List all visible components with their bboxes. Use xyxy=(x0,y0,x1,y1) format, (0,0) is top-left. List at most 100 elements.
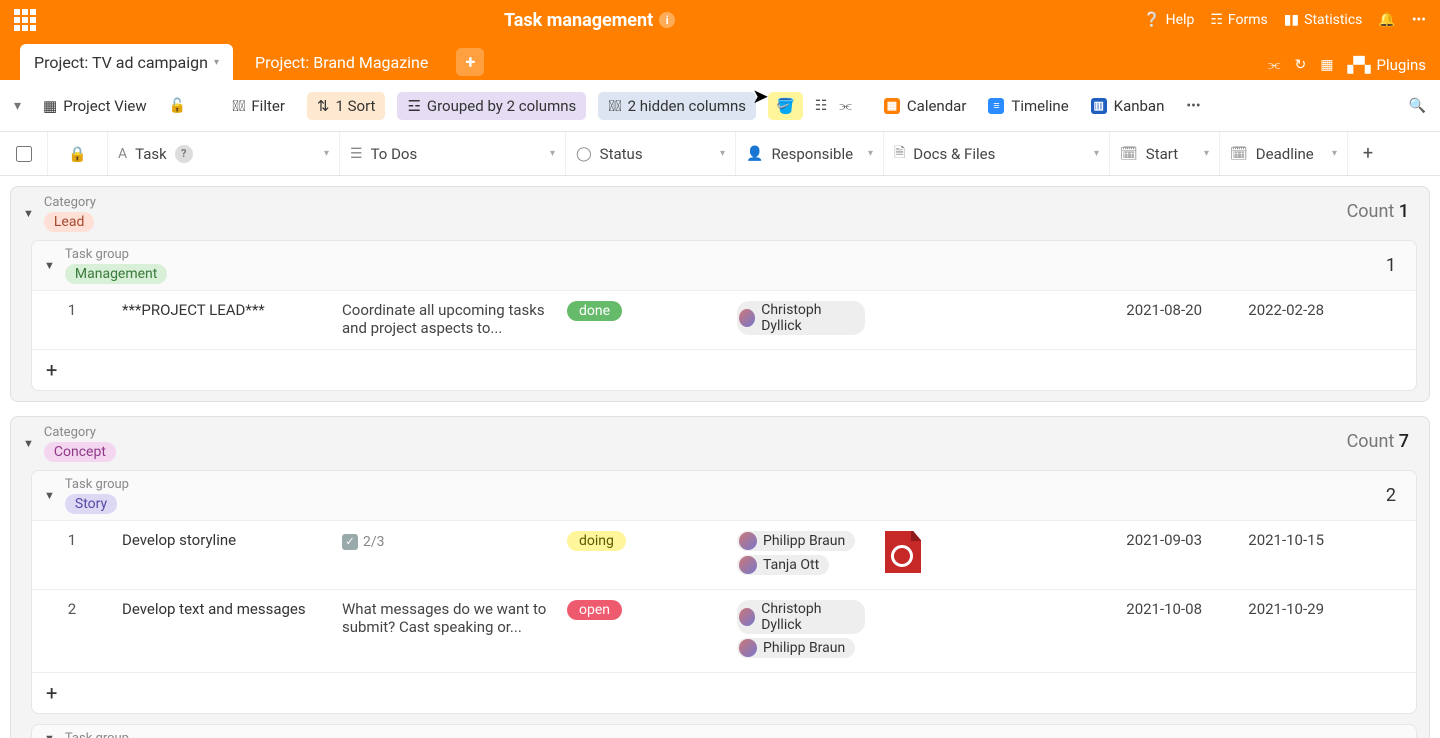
person-chip[interactable]: Philipp Braun xyxy=(737,531,855,551)
grid-icon: ▦ xyxy=(43,97,57,115)
more-menu-icon[interactable]: ••• xyxy=(1412,12,1426,28)
deadline-cell[interactable]: 2022-02-28 xyxy=(1212,291,1334,349)
collapse-icon[interactable]: ▼ xyxy=(23,437,34,450)
group-header[interactable]: ▼ Category Concept Count 7 xyxy=(11,417,1429,470)
pdf-file-icon[interactable] xyxy=(885,531,921,573)
table-row[interactable]: 1 ***PROJECT LEAD*** Coordinate all upco… xyxy=(32,291,1416,350)
status-cell[interactable]: done xyxy=(557,291,727,349)
history-icon[interactable]: ↻ xyxy=(1294,57,1306,73)
kanban-view[interactable]: ▥Kanban xyxy=(1091,97,1165,115)
responsible-cell[interactable]: Philipp Braun Tanja Ott xyxy=(727,521,875,589)
select-all-checkbox[interactable] xyxy=(16,146,32,162)
col-deadline[interactable]: 🗓Deadline▾ xyxy=(1220,132,1348,175)
chevron-down-icon[interactable]: ▾ xyxy=(720,148,725,159)
chevron-down-icon[interactable]: ▾ xyxy=(1332,148,1337,159)
view-toolbar: ▾ ▦Project View 🔓 ☰⃕Filter ⇅1 Sort ☲Grou… xyxy=(0,80,1440,132)
subgroup-header[interactable]: ▼ Task group Management 1 xyxy=(32,241,1416,291)
statistics-link[interactable]: ▮▮Statistics xyxy=(1284,12,1363,28)
docs-cell[interactable] xyxy=(875,590,1100,672)
chevron-down-icon[interactable]: ▾ xyxy=(1094,148,1099,159)
highlight-button[interactable]: 🪣 xyxy=(768,92,803,120)
todo-cell[interactable]: ✓2/3 xyxy=(332,521,557,589)
sort-button[interactable]: ⇅1 Sort xyxy=(307,92,386,120)
forms-link[interactable]: ☶Forms xyxy=(1210,12,1267,28)
chevron-down-icon[interactable]: ▾ xyxy=(550,148,555,159)
add-column-button[interactable]: + xyxy=(1348,132,1388,175)
apps-menu-icon[interactable] xyxy=(14,9,36,31)
add-row-button[interactable]: + xyxy=(32,350,1416,390)
group-button[interactable]: ☲Grouped by 2 columns xyxy=(397,92,586,120)
col-status[interactable]: ◯Status▾ xyxy=(566,132,736,175)
person-chip[interactable]: Philipp Braun xyxy=(737,638,855,658)
task-subgroup: ▼ Task group xyxy=(31,724,1417,738)
help-link[interactable]: ❔Help xyxy=(1143,12,1194,28)
share-icon[interactable]: ⫘ xyxy=(1268,57,1281,73)
tab-label: Project: Brand Magazine xyxy=(255,53,428,72)
hidden-columns-button[interactable]: 👁̸2 hidden columns xyxy=(598,92,756,120)
chevron-down-icon[interactable]: ▾ xyxy=(324,148,329,159)
col-responsible[interactable]: 👤Responsible▾ xyxy=(736,132,884,175)
table-row[interactable]: 2 Develop text and messages What message… xyxy=(32,590,1416,673)
export-icon[interactable]: ▦ xyxy=(1320,57,1333,73)
docs-cell[interactable] xyxy=(875,291,1100,349)
collapse-icon[interactable]: ▼ xyxy=(23,207,34,220)
bell-icon[interactable]: 🔔 xyxy=(1378,12,1395,28)
col-start[interactable]: 🗓Start▾ xyxy=(1110,132,1220,175)
view-caret-icon[interactable]: ▾ xyxy=(14,98,21,114)
start-cell[interactable]: 2021-10-08 xyxy=(1100,590,1212,672)
deadline-cell[interactable]: 2021-10-29 xyxy=(1212,590,1334,672)
tabs-bar: Project: TV ad campaign▾ Project: Brand M… xyxy=(0,40,1440,80)
col-docs[interactable]: 🗎Docs & Files▾ xyxy=(884,132,1110,175)
tab[interactable]: Project: TV ad campaign▾ xyxy=(20,44,233,80)
collapse-icon[interactable]: ▼ xyxy=(44,489,55,502)
lock-icon[interactable]: 🔓 xyxy=(169,98,186,114)
plugins-icon: ▞▚ xyxy=(1347,56,1370,74)
person-chip[interactable]: Christoph Dyllick xyxy=(737,600,865,634)
status-cell[interactable]: doing xyxy=(557,521,727,589)
subgroup-header[interactable]: ▼ Task group Story 2 xyxy=(32,471,1416,521)
responsible-cell[interactable]: Christoph Dyllick Philipp Braun xyxy=(727,590,875,672)
chevron-down-icon[interactable]: ▾ xyxy=(214,57,219,68)
taskgroup-badge: Story xyxy=(65,494,117,514)
start-cell[interactable]: 2021-08-20 xyxy=(1100,291,1212,349)
subgroup-header[interactable]: ▼ Task group xyxy=(32,725,1416,738)
tab[interactable]: Project: Brand Magazine xyxy=(241,44,442,80)
filter-button[interactable]: ☰⃕Filter xyxy=(222,92,295,120)
task-subgroup: ▼ Task group Management 1 1 ***PROJECT L… xyxy=(31,240,1417,391)
circle-icon: ◯ xyxy=(576,146,592,162)
collapse-icon[interactable]: ▼ xyxy=(44,259,55,272)
table-row[interactable]: 1 Develop storyline ✓2/3 doing Philipp B… xyxy=(32,521,1416,590)
timeline-view[interactable]: ≡Timeline xyxy=(988,97,1068,115)
group-header[interactable]: ▼ Category Lead Count 1 xyxy=(11,187,1429,240)
task-cell[interactable]: Develop text and messages xyxy=(112,590,332,672)
start-cell[interactable]: 2021-09-03 xyxy=(1100,521,1212,589)
more-views-icon[interactable]: ••• xyxy=(1186,98,1200,114)
person-chip[interactable]: Christoph Dyllick xyxy=(737,301,865,335)
add-row-button[interactable]: + xyxy=(32,673,1416,713)
todo-cell[interactable]: What messages do we want to submit? Cast… xyxy=(332,590,557,672)
search-icon[interactable]: 🔍 xyxy=(1409,98,1426,114)
collapse-icon[interactable]: ▼ xyxy=(44,732,55,738)
person-chip[interactable]: Tanja Ott xyxy=(737,555,829,575)
col-todos[interactable]: ☰To Dos▾ xyxy=(340,132,566,175)
table-content[interactable]: ▼ Category Lead Count 1 ▼ Task group Man… xyxy=(0,176,1440,738)
row-height-icon[interactable]: ☷ xyxy=(815,98,828,114)
task-help-icon[interactable]: ? xyxy=(175,145,193,163)
status-cell[interactable]: open xyxy=(557,590,727,672)
calendar-view[interactable]: ▦Calendar xyxy=(884,97,967,115)
responsible-cell[interactable]: Christoph Dyllick xyxy=(727,291,875,349)
add-tab-button[interactable]: + xyxy=(456,48,484,76)
chevron-down-icon[interactable]: ▾ xyxy=(868,148,873,159)
title-info-icon[interactable]: i xyxy=(659,12,675,28)
col-checkbox[interactable] xyxy=(0,132,48,175)
col-task[interactable]: ATask?▾ xyxy=(108,132,340,175)
task-cell[interactable]: ***PROJECT LEAD*** xyxy=(112,291,332,349)
plugins-button[interactable]: ▞▚Plugins xyxy=(1347,56,1426,74)
docs-cell[interactable] xyxy=(875,521,1100,589)
project-view-button[interactable]: ▦Project View xyxy=(33,92,157,120)
task-cell[interactable]: Develop storyline xyxy=(112,521,332,589)
share-view-icon[interactable]: ⫘ xyxy=(839,98,852,114)
chevron-down-icon[interactable]: ▾ xyxy=(1204,148,1209,159)
todo-cell[interactable]: Coordinate all upcoming tasks and projec… xyxy=(332,291,557,349)
deadline-cell[interactable]: 2021-10-15 xyxy=(1212,521,1334,589)
